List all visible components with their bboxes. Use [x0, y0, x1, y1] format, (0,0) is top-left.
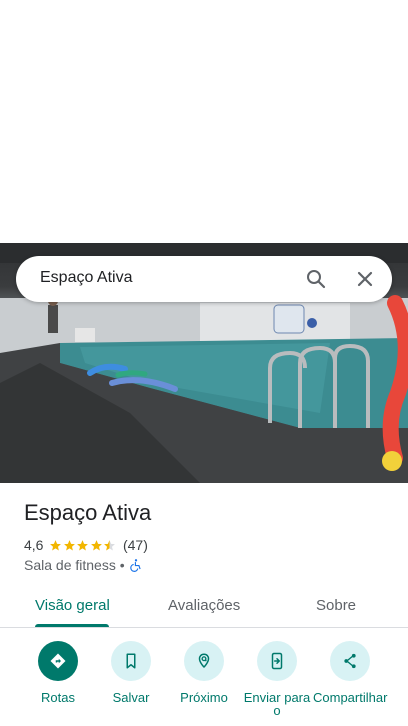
- action-buttons: Rotas Salvar Próximo Enviar para o Compa…: [0, 641, 408, 726]
- rating-row[interactable]: 4,6 (47): [24, 536, 148, 554]
- place-title: Espaço Ativa: [24, 500, 152, 525]
- close-icon[interactable]: [353, 267, 377, 291]
- rating-value: 4,6: [24, 537, 44, 553]
- nearby-label: Próximo: [180, 690, 228, 705]
- send-to-phone-button[interactable]: Enviar para o: [240, 641, 314, 717]
- search-bar[interactable]: Espaço Ativa: [16, 256, 392, 302]
- send-to-phone-circle[interactable]: [257, 641, 297, 681]
- send-to-phone-icon: [271, 652, 283, 670]
- nearby-icon: [198, 653, 210, 669]
- star-half-icon: [104, 539, 116, 550]
- search-icon[interactable]: [304, 267, 328, 291]
- save-circle[interactable]: [111, 641, 151, 681]
- tab-visao-geral[interactable]: Visão geral: [35, 597, 110, 614]
- share-icon: [344, 653, 356, 669]
- send-to-phone-label: Enviar para o: [243, 690, 311, 718]
- star-icon: [77, 539, 89, 550]
- directions-button[interactable]: Rotas: [21, 641, 95, 704]
- directions-circle[interactable]: [38, 641, 78, 681]
- tab-sobre[interactable]: Sobre: [316, 597, 356, 614]
- nearby-circle[interactable]: [184, 641, 224, 681]
- share-button[interactable]: Compartilhar: [313, 641, 387, 704]
- share-circle[interactable]: [330, 641, 370, 681]
- search-input[interactable]: Espaço Ativa: [40, 269, 133, 287]
- category-row: Sala de fitness •: [24, 556, 143, 574]
- wheelchair-accessible-icon: [129, 559, 141, 572]
- map-blank-area: [0, 0, 408, 243]
- save-button[interactable]: Salvar: [94, 641, 168, 704]
- review-count[interactable]: (47): [123, 537, 148, 553]
- directions-icon: [50, 653, 66, 669]
- tab-active-indicator: [35, 624, 109, 627]
- nearby-button[interactable]: Próximo: [167, 641, 241, 704]
- save-label: Salvar: [112, 690, 150, 705]
- tab-bar: Visão geral Avaliações Sobre: [0, 584, 408, 628]
- share-label: Compartilhar: [313, 690, 388, 705]
- directions-label: Rotas: [41, 690, 75, 705]
- star-rating: [49, 539, 117, 552]
- star-icon: [91, 539, 102, 550]
- tab-avaliacoes[interactable]: Avaliações: [168, 597, 240, 614]
- place-category: Sala de fitness •: [24, 557, 125, 573]
- star-icon: [50, 539, 62, 550]
- star-icon: [64, 539, 75, 550]
- bookmark-icon: [126, 653, 136, 669]
